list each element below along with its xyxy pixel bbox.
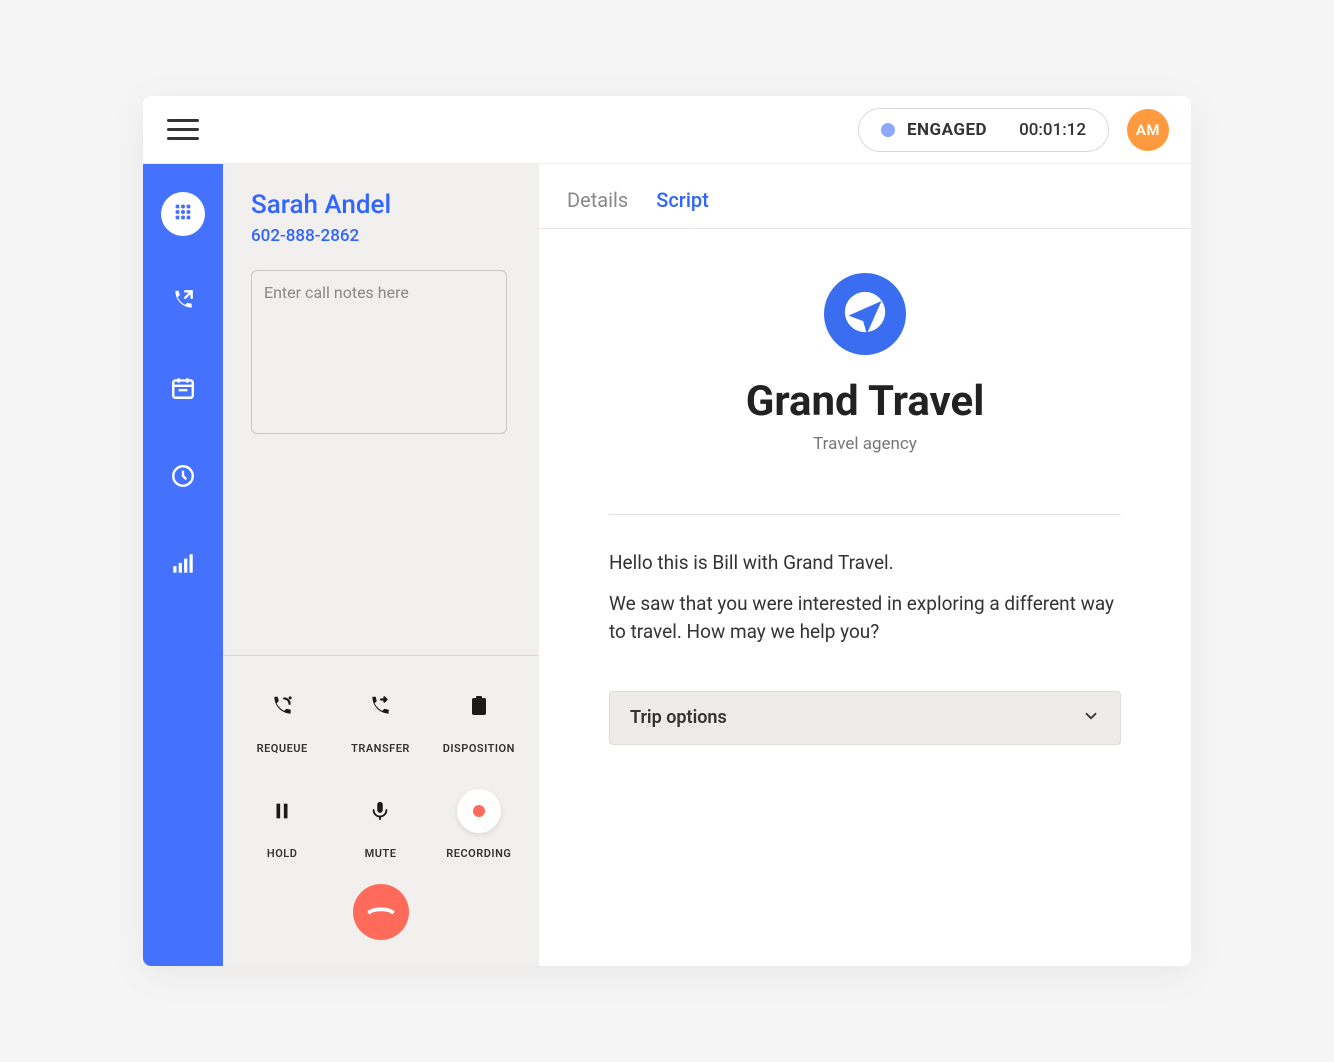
avatar[interactable]: AM (1127, 109, 1169, 151)
status-dot-icon (881, 123, 895, 137)
dialpad-icon (172, 201, 194, 227)
brand-name: Grand Travel (746, 377, 985, 426)
requeue-button[interactable]: REQUEUE (233, 684, 331, 755)
script-line-1: Hello this is Bill with Grand Travel. (609, 549, 1121, 578)
body: Sarah Andel 602-888-2862 REQU (143, 164, 1191, 966)
sidebar-item-stats[interactable] (161, 544, 205, 588)
status-pill[interactable]: ENGAGED 00:01:12 (858, 108, 1109, 152)
record-icon (457, 789, 501, 833)
signal-icon (170, 551, 196, 581)
caller-phone: 602-888-2862 (251, 226, 510, 246)
trip-options-accordion[interactable]: Trip options (609, 691, 1121, 745)
recording-button[interactable]: RECORDING (430, 789, 528, 860)
script-area: Grand Travel Travel agency Hello this is… (539, 229, 1191, 966)
phone-hangup-icon (366, 895, 396, 929)
outbound-call-icon (170, 287, 196, 317)
airplane-icon (843, 290, 887, 338)
recording-label: RECORDING (446, 847, 511, 860)
transfer-label: TRANSFER (351, 742, 410, 755)
hold-label: HOLD (267, 847, 297, 860)
clock-icon (170, 463, 196, 493)
separator (609, 514, 1121, 515)
sidebar-item-calendar[interactable] (161, 368, 205, 412)
chevron-down-icon (1082, 707, 1100, 729)
transfer-button[interactable]: TRANSFER (331, 684, 429, 755)
call-notes-input[interactable] (251, 270, 507, 434)
app-window: ENGAGED 00:01:12 AM (143, 96, 1191, 966)
disposition-button[interactable]: DISPOSITION (430, 684, 528, 755)
script-line-2: We saw that you were interested in explo… (609, 590, 1121, 647)
hangup-button[interactable] (353, 884, 409, 940)
main-panel: Details Script Grand Travel Travel ag (539, 164, 1191, 966)
brand-subtitle: Travel agency (813, 434, 917, 454)
script-text: Hello this is Bill with Grand Travel. We… (609, 549, 1121, 647)
sidebar-item-dialpad[interactable] (161, 192, 205, 236)
sidebar (143, 164, 223, 966)
call-timer: 00:01:12 (1019, 120, 1086, 140)
avatar-initials: AM (1136, 121, 1160, 139)
topbar: ENGAGED 00:01:12 AM (143, 96, 1191, 164)
brand-block: Grand Travel Travel agency (609, 273, 1121, 454)
topbar-right: ENGAGED 00:01:12 AM (858, 108, 1169, 152)
call-controls: REQUEUE TRANSFER (223, 655, 538, 966)
tab-details[interactable]: Details (567, 188, 628, 212)
caller-block: Sarah Andel 602-888-2862 (223, 164, 538, 438)
mute-button[interactable]: MUTE (331, 789, 429, 860)
call-panel: Sarah Andel 602-888-2862 REQU (223, 164, 539, 966)
sidebar-item-history[interactable] (161, 456, 205, 500)
status-label: ENGAGED (907, 120, 987, 140)
tabs: Details Script (539, 164, 1191, 229)
calendar-icon (170, 375, 196, 405)
requeue-icon (260, 684, 304, 728)
requeue-label: REQUEUE (257, 742, 308, 755)
transfer-icon (358, 684, 402, 728)
brand-logo (824, 273, 906, 355)
accordion-label: Trip options (630, 707, 727, 728)
sidebar-item-outbound[interactable] (161, 280, 205, 324)
microphone-icon (358, 789, 402, 833)
tab-script[interactable]: Script (656, 188, 709, 212)
clipboard-icon (457, 684, 501, 728)
hold-button[interactable]: HOLD (233, 789, 331, 860)
pause-icon (260, 789, 304, 833)
caller-name: Sarah Andel (251, 190, 510, 220)
disposition-label: DISPOSITION (443, 742, 515, 755)
menu-button[interactable] (165, 113, 201, 146)
mute-label: MUTE (365, 847, 397, 860)
